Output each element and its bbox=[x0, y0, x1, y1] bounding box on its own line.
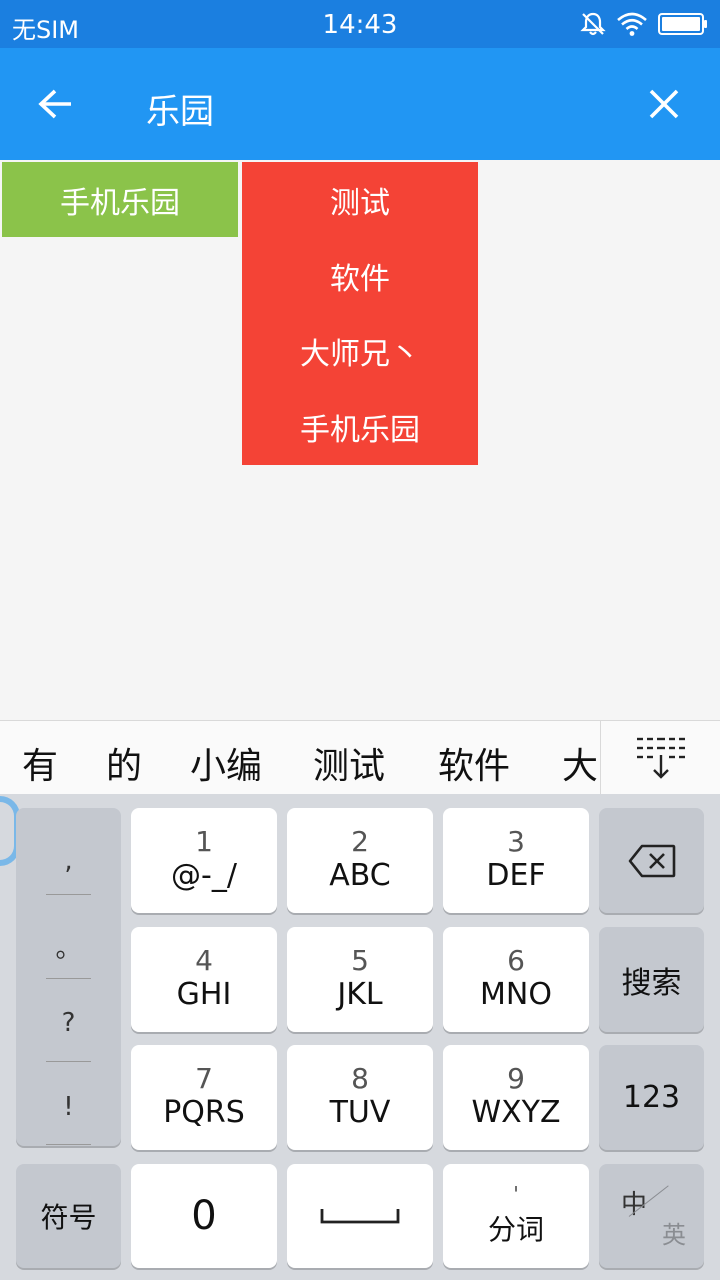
status-icons bbox=[580, 10, 708, 38]
key-8[interactable]: 8 TUV bbox=[287, 1045, 433, 1150]
result-item[interactable]: 手机乐园 bbox=[242, 389, 478, 465]
key-0[interactable]: 0 bbox=[131, 1164, 277, 1268]
key-3[interactable]: 3 DEF bbox=[443, 808, 589, 913]
split-word-label: 分词 bbox=[487, 1213, 544, 1246]
language-toggle-key[interactable]: 中 英 bbox=[599, 1164, 704, 1268]
result-list-red: 测试 软件 大师兄丶 手机乐园 bbox=[242, 162, 478, 465]
key-letters: TUV bbox=[329, 1094, 391, 1130]
key-2[interactable]: 2 ABC bbox=[287, 808, 433, 913]
mute-bell-icon bbox=[580, 11, 606, 37]
key-number: 7 bbox=[195, 1062, 213, 1096]
backspace-icon bbox=[628, 844, 675, 877]
candidate-list: 有 的 小编 测试 软件 大 bbox=[0, 721, 600, 795]
close-icon bbox=[649, 89, 679, 119]
key-letters: PQRS bbox=[163, 1094, 245, 1130]
key-number: 2 bbox=[351, 825, 369, 859]
candidate-word[interactable]: 大 bbox=[562, 737, 598, 789]
candidate-word[interactable]: 测试 bbox=[313, 737, 385, 789]
punct-question-key[interactable]: ? bbox=[16, 1008, 121, 1038]
ime-candidate-bar: 有 的 小编 测试 软件 大 bbox=[0, 720, 720, 795]
key-number: 6 bbox=[507, 944, 525, 978]
battery-icon bbox=[658, 11, 708, 37]
search-key[interactable]: 搜索 bbox=[599, 927, 704, 1032]
candidate-word[interactable]: 小编 bbox=[190, 737, 262, 789]
symbols-key-label: 符号 bbox=[40, 1201, 97, 1234]
app-bar: 乐园 bbox=[0, 48, 720, 160]
key-letters: @-_/ bbox=[171, 857, 237, 893]
backspace-key[interactable] bbox=[599, 808, 704, 913]
numeric-mode-label: 123 bbox=[622, 1080, 681, 1115]
candidate-word[interactable]: 的 bbox=[106, 737, 142, 789]
key-7[interactable]: 7 PQRS bbox=[131, 1045, 277, 1150]
wifi-icon bbox=[616, 11, 648, 37]
result-item[interactable]: 软件 bbox=[242, 238, 478, 314]
punct-divider bbox=[46, 1144, 91, 1145]
numeric-mode-key[interactable]: 123 bbox=[599, 1045, 704, 1150]
split-word-key[interactable]: ' 分词 bbox=[443, 1164, 589, 1268]
key-letters: WXYZ bbox=[471, 1094, 561, 1130]
key-letters: ABC bbox=[329, 857, 391, 893]
punct-exclaim-key[interactable]: ! bbox=[16, 1092, 121, 1122]
result-tag-green[interactable]: 手机乐园 bbox=[2, 162, 238, 237]
result-item[interactable]: 测试 bbox=[242, 162, 478, 238]
key-letters: JKL bbox=[337, 976, 383, 1012]
back-button[interactable] bbox=[24, 76, 88, 132]
punctuation-column: , 。 ? ! bbox=[16, 808, 121, 1146]
ime-keyboard: , 。 ? ! 1 @-_/ 2 ABC 3 DEF 4 GHI 5 JKL 6 bbox=[0, 794, 720, 1280]
key-number: 9 bbox=[507, 1062, 525, 1096]
clear-search-button[interactable] bbox=[632, 76, 696, 132]
key-letters: DEF bbox=[486, 857, 546, 893]
status-bar: 无SIM 14:43 bbox=[0, 0, 720, 48]
punct-divider bbox=[46, 1061, 91, 1062]
space-bar-icon bbox=[320, 1209, 400, 1224]
punct-period-key[interactable]: 。 bbox=[16, 928, 121, 965]
search-key-label: 搜索 bbox=[621, 965, 682, 1001]
key-number: 3 bbox=[507, 825, 525, 859]
key-1[interactable]: 1 @-_/ bbox=[131, 808, 277, 913]
arrow-left-icon bbox=[38, 89, 71, 119]
split-word-mark: ' bbox=[513, 1182, 519, 1206]
search-query[interactable]: 乐园 bbox=[146, 84, 214, 133]
punct-comma-key[interactable]: , bbox=[16, 846, 121, 876]
key-number: 8 bbox=[351, 1062, 369, 1096]
candidate-word[interactable]: 软件 bbox=[438, 737, 510, 789]
punct-divider bbox=[46, 894, 91, 895]
expand-candidates-icon bbox=[636, 737, 685, 779]
key-6[interactable]: 6 MNO bbox=[443, 927, 589, 1032]
space-key[interactable] bbox=[287, 1164, 433, 1268]
key-number: 5 bbox=[351, 944, 369, 978]
symbols-key[interactable]: 符号 bbox=[16, 1164, 121, 1268]
lang-zh-label: 中 bbox=[621, 1190, 648, 1220]
candidate-word[interactable]: 有 bbox=[22, 737, 58, 789]
key-5[interactable]: 5 JKL bbox=[287, 927, 433, 1032]
key-4[interactable]: 4 GHI bbox=[131, 927, 277, 1032]
zero-key-label: 0 bbox=[191, 1193, 217, 1239]
key-9[interactable]: 9 WXYZ bbox=[443, 1045, 589, 1150]
lang-en-label: 英 bbox=[662, 1221, 686, 1249]
punct-divider bbox=[46, 978, 91, 979]
key-number: 4 bbox=[195, 944, 213, 978]
key-letters: GHI bbox=[176, 976, 232, 1012]
result-item[interactable]: 大师兄丶 bbox=[242, 314, 478, 390]
key-letters: MNO bbox=[480, 976, 552, 1012]
expand-candidates-button[interactable] bbox=[601, 721, 720, 795]
key-number: 1 bbox=[195, 825, 213, 859]
